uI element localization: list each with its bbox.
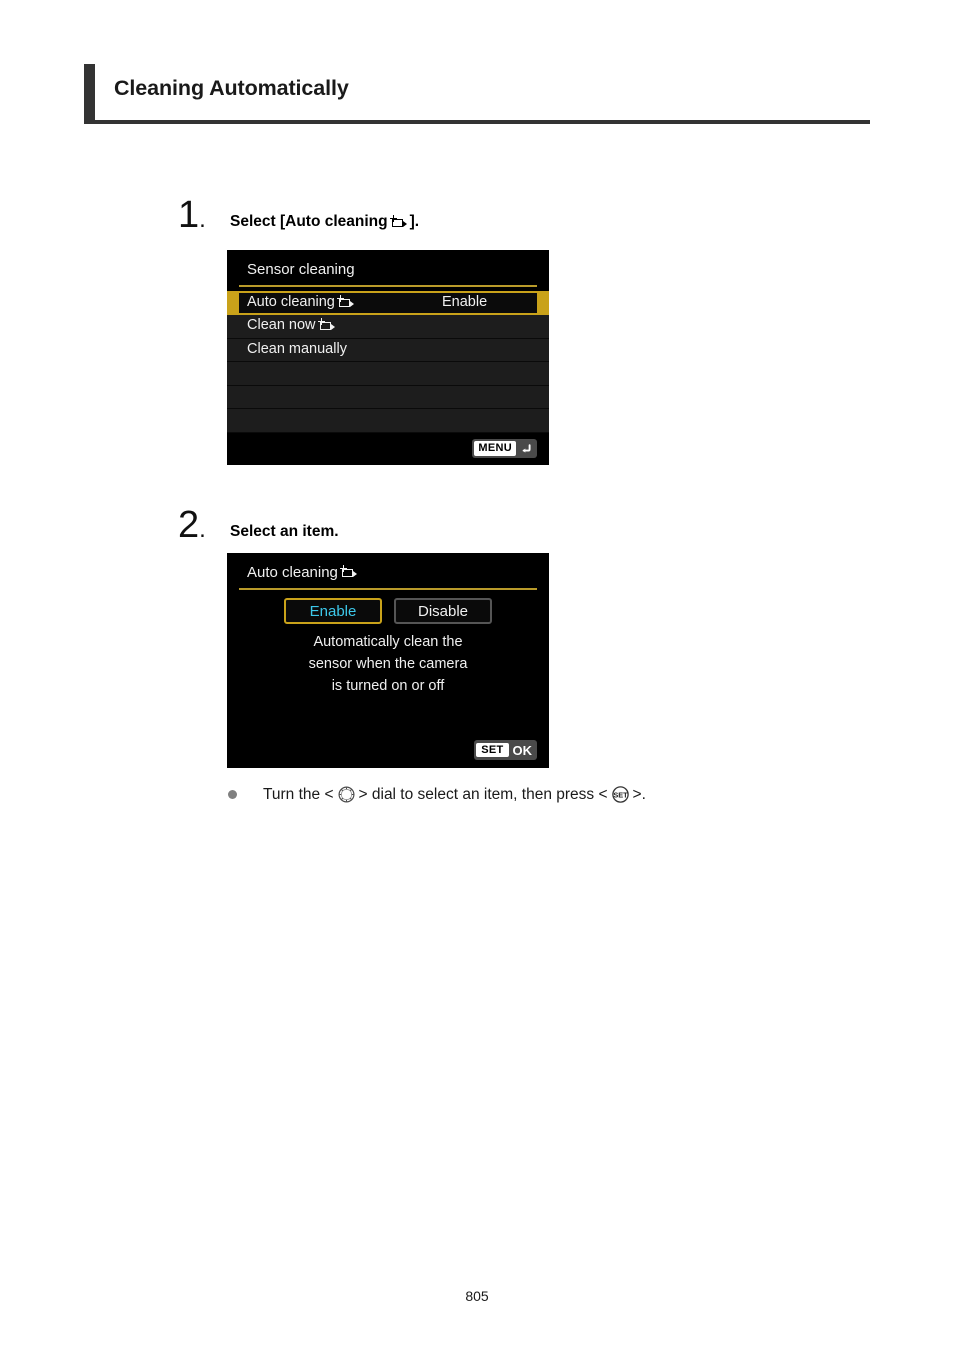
note-part-1: Turn the < [263, 785, 334, 803]
set-ok-label: OK [512, 742, 533, 758]
menu-row-empty-3 [227, 409, 549, 433]
step-1-instruction: Select [Auto cleaning ]. [230, 213, 419, 231]
option-disable-label: Disable [417, 602, 469, 620]
sensor-cleaning-icon [317, 317, 337, 333]
page-title: Cleaning Automatically [114, 76, 349, 100]
note-part-3: >. [632, 785, 646, 803]
sensor-cleaning-icon [339, 565, 359, 580]
option-description-line-2: sensor when the camera [308, 656, 468, 673]
menu-item-clean-now-label: Clean now [247, 317, 338, 333]
back-arrow-icon [520, 442, 533, 455]
quick-control-dial-icon [337, 785, 356, 804]
option-description-line-3: is turned on or off [331, 678, 445, 695]
screen-1-title: Sensor cleaning [247, 261, 355, 278]
option-enable-label: Enable [309, 602, 357, 620]
screen-2-title-text: Auto cleaning [247, 564, 338, 581]
step-1-text-after: ]. [409, 213, 420, 230]
menu-row-empty-2 [227, 385, 549, 409]
screen-1-footer: MENU [227, 433, 549, 465]
screen-1-title-text: Sensor cleaning [247, 261, 355, 278]
step-1-text-before: Select [Auto cleaning [230, 213, 388, 230]
screen-2-title-rule [239, 588, 537, 590]
menu-chip-label: MENU [474, 441, 516, 456]
sensor-cleaning-icon [336, 294, 356, 310]
step-2-text: Select an item. [230, 523, 339, 540]
step-2-number: 2. [178, 504, 206, 546]
menu-item-clean-manually[interactable]: Clean manually [227, 338, 549, 362]
option-description-line-1: Automatically clean the [313, 634, 463, 650]
dial-instruction-note: Turn the < > dial to select an item, the… [228, 785, 646, 804]
header-accent-bar [84, 64, 95, 120]
option-description: Automatically clean the sensor when the … [227, 631, 549, 697]
svg-text:SET: SET [613, 791, 628, 800]
sensor-cleaning-menu-screen: Sensor cleaning Auto cleaning Enable Cle… [227, 250, 549, 465]
menu-item-auto-cleaning-value: Enable [442, 294, 488, 310]
auto-cleaning-option-screen: Auto cleaning Enable Disable Automatical… [227, 553, 549, 768]
option-enable-button[interactable]: Enable [284, 598, 382, 624]
set-ok-button[interactable]: SET OK [474, 740, 537, 760]
menu-item-clean-now[interactable]: Clean now [227, 315, 549, 339]
header-rule [84, 120, 870, 124]
bullet-icon [228, 790, 237, 799]
screen-1-menu-rows: Auto cleaning Enable Clean now Clean man… [227, 291, 549, 433]
menu-item-auto-cleaning[interactable]: Auto cleaning Enable [227, 291, 549, 315]
page-number: 805 [465, 1288, 489, 1304]
step-1-number: 1. [178, 194, 206, 236]
dial-instruction-text: Turn the < > dial to select an item, the… [263, 785, 646, 804]
menu-item-clean-manually-label: Clean manually [247, 340, 347, 357]
menu-back-button[interactable]: MENU [472, 439, 537, 458]
option-disable-button[interactable]: Disable [394, 598, 492, 624]
sensor-cleaning-icon [389, 214, 409, 230]
menu-item-auto-cleaning-label: Auto cleaning [247, 294, 357, 310]
menu-row-empty-1 [227, 362, 549, 386]
screen-1-title-rule [239, 285, 537, 287]
screen-2-title: Auto cleaning [247, 564, 360, 581]
step-2-instruction: Select an item. [230, 523, 339, 541]
option-buttons: Enable Disable [227, 598, 549, 624]
page-header: Cleaning Automatically [84, 64, 870, 124]
set-chip-label: SET [476, 742, 509, 758]
note-part-2: > dial to select an item, then press < [358, 785, 608, 803]
set-button-icon: SET [611, 785, 630, 804]
